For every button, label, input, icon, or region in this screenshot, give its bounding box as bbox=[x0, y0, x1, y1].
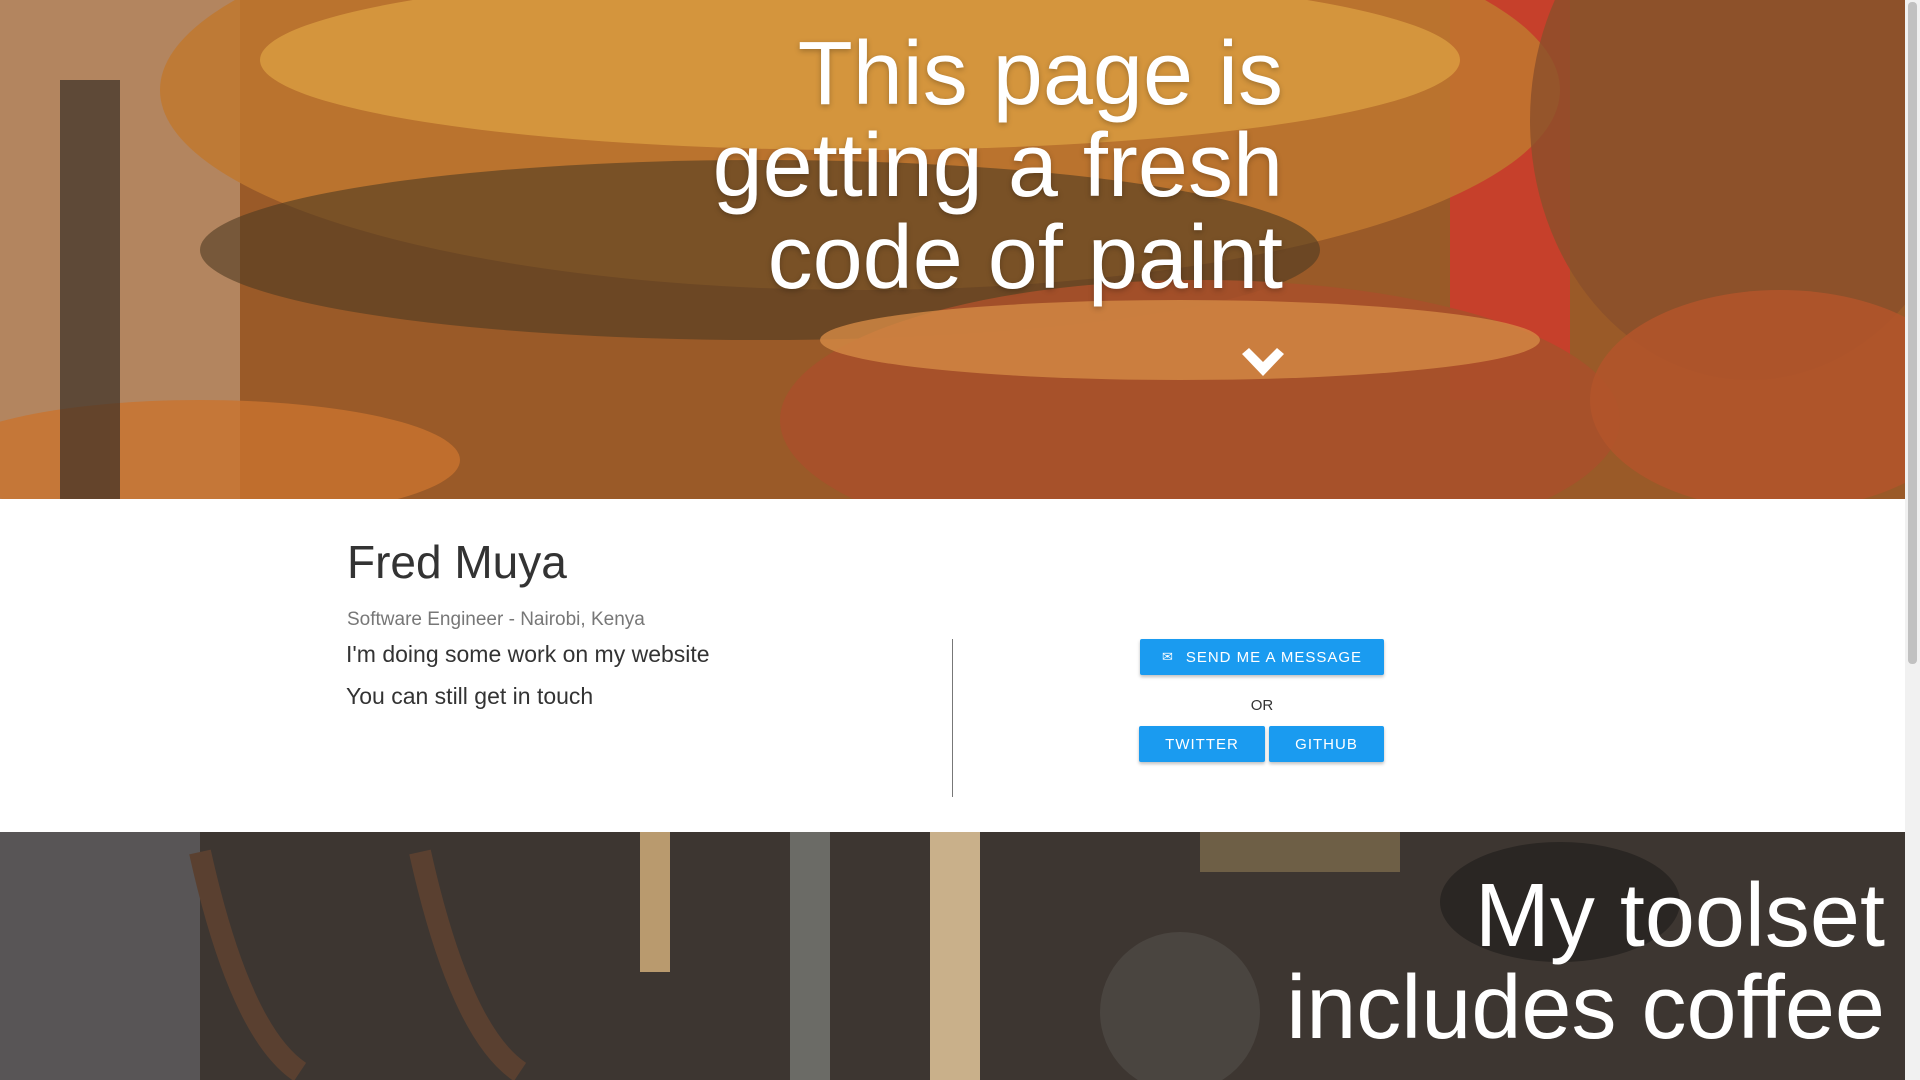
send-message-label: SEND ME A MESSAGE bbox=[1185, 648, 1363, 666]
hero-title: This page is getting a fresh code of pai… bbox=[712, 24, 1283, 308]
profile-subtitle: Software Engineer - Nairobi, Kenya bbox=[347, 609, 645, 630]
profile-name: Fred Muya bbox=[347, 536, 567, 588]
status-message-1: I'm doing some work on my website bbox=[346, 641, 710, 667]
chevron-down-icon[interactable] bbox=[1240, 346, 1286, 380]
envelope-icon: ✉ bbox=[1161, 649, 1174, 664]
status-message-2: You can still get in touch bbox=[346, 683, 594, 709]
twitter-label: TWITTER bbox=[1165, 735, 1239, 753]
github-button[interactable]: GITHUB bbox=[1269, 726, 1384, 762]
vertical-divider bbox=[952, 639, 953, 797]
scrollbar[interactable] bbox=[1905, 0, 1920, 1080]
twitter-button[interactable]: TWITTER bbox=[1139, 726, 1265, 762]
tools-section: My toolset includes coffee bbox=[0, 832, 1905, 1080]
about-section: Fred Muya Software Engineer - Nairobi, K… bbox=[0, 499, 1905, 832]
send-message-button[interactable]: ✉ SEND ME A MESSAGE bbox=[1140, 639, 1384, 675]
or-separator: OR bbox=[1250, 697, 1274, 714]
github-label: GITHUB bbox=[1295, 735, 1358, 753]
hero-section: This page is getting a fresh code of pai… bbox=[0, 0, 1905, 499]
scrollbar-thumb[interactable] bbox=[1908, 2, 1917, 664]
tools-title: My toolset includes coffee bbox=[1286, 866, 1885, 1058]
page: This page is getting a fresh code of pai… bbox=[0, 0, 1905, 1080]
